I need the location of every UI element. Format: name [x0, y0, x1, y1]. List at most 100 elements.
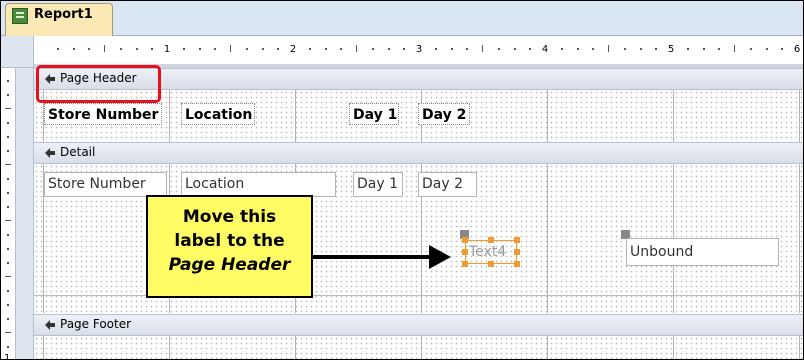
instruction-callout: Move this label to the Page Header [146, 195, 313, 298]
ruler-tick [608, 45, 609, 52]
unbound-textbox[interactable]: Unbound [626, 238, 779, 266]
vertical-ruler-mark [7, 206, 9, 208]
ruler-dot [639, 48, 642, 50]
arrow-right-icon [313, 255, 435, 259]
detail-label: Detail [60, 145, 96, 159]
resize-handle[interactable] [462, 261, 468, 267]
ruler-dot [655, 48, 658, 50]
vertical-ruler-mark [7, 262, 9, 264]
ruler-dot [529, 48, 532, 50]
ruler-dot [151, 48, 154, 50]
ruler-dot [497, 48, 500, 50]
ruler-dot [765, 48, 768, 50]
vertical-ruler-mark [7, 318, 9, 320]
ruler-tick [482, 45, 483, 52]
vertical-ruler-mark [7, 136, 9, 138]
resize-handle[interactable] [514, 261, 520, 267]
ruler-dot [749, 48, 752, 50]
section-selector-strip[interactable] [16, 68, 34, 359]
ruler-number: 6 [793, 44, 801, 55]
horizontal-ruler[interactable]: 1 2 3 4 5 6 [34, 36, 803, 65]
ruler-tick [734, 45, 735, 52]
page-footer-band[interactable]: Page Footer [34, 314, 803, 336]
ruler-number: 1 [163, 44, 171, 55]
selected-label-text4[interactable]: Text4 [462, 237, 520, 267]
detail-band[interactable]: Detail [34, 142, 803, 164]
vertical-ruler-mark [5, 108, 11, 109]
ruler-dot [277, 48, 280, 50]
arrow-head-icon [429, 245, 451, 269]
page-header-highlight [36, 65, 161, 103]
ruler-tick [356, 45, 357, 52]
ruler-dot [324, 48, 327, 50]
ruler-dot [214, 48, 217, 50]
ruler-dot [371, 48, 374, 50]
ruler-dot [434, 48, 437, 50]
vertical-ruler-mark [7, 94, 9, 96]
vertical-ruler-mark [5, 332, 11, 333]
vertical-ruler-number: 1 [4, 353, 11, 360]
page-footer-grid [34, 336, 803, 359]
ruler-dot [466, 48, 469, 50]
ruler-dot [135, 48, 138, 50]
ruler-dot [781, 48, 784, 50]
ruler-dot [261, 48, 264, 50]
ruler-dot [198, 48, 201, 50]
section-collapse-icon [45, 320, 55, 330]
ruler-dot [245, 48, 248, 50]
ruler-dot [56, 48, 59, 50]
resize-handle[interactable] [462, 237, 468, 243]
vertical-ruler-mark [7, 178, 9, 180]
ruler-dot [686, 48, 689, 50]
ruler-number: 3 [415, 44, 423, 55]
ruler-tick [104, 45, 105, 52]
ruler-dot [308, 48, 311, 50]
vertical-ruler-mark [7, 304, 9, 306]
vertical-ruler-mark [7, 234, 9, 236]
ruler-dot [513, 48, 516, 50]
vertical-ruler-mark [5, 164, 11, 165]
ruler-dot [119, 48, 122, 50]
ruler-dot [387, 48, 390, 50]
ruler-tick [230, 45, 231, 52]
ruler-dot [450, 48, 453, 50]
resize-handle[interactable] [488, 237, 494, 243]
ruler-dot [592, 48, 595, 50]
resize-handle[interactable] [514, 249, 520, 255]
tab-title: Report1 [34, 7, 93, 22]
ruler-dot [623, 48, 626, 50]
header-label-day2[interactable]: Day 2 [418, 103, 470, 125]
detail-field-day2[interactable]: Day 2 [418, 172, 477, 197]
header-label-day1[interactable]: Day 1 [349, 103, 399, 125]
detail-field-store-number[interactable]: Store Number [44, 172, 167, 197]
resize-handle[interactable] [514, 237, 520, 243]
header-label-location[interactable]: Location [181, 103, 255, 125]
ruler-corner-selector[interactable] [1, 36, 34, 68]
vertical-ruler-mark [7, 122, 9, 124]
report-design-window: Report1 1 2 3 4 5 6 1 Page Header Store … [0, 0, 804, 360]
vertical-ruler-mark [7, 150, 9, 152]
vertical-ruler-mark [5, 276, 11, 277]
ruler-number: 4 [541, 44, 549, 55]
header-label-store-number[interactable]: Store Number [44, 103, 162, 125]
detail-field-location[interactable]: Location [181, 172, 336, 197]
ruler-dot [182, 48, 185, 50]
page-footer-label: Page Footer [60, 317, 132, 331]
ruler-dot [576, 48, 579, 50]
vertical-ruler-mark [7, 248, 9, 250]
detail-field-day1[interactable]: Day 1 [353, 172, 403, 197]
tab-report1[interactable]: Report1 [5, 3, 113, 37]
resize-handle[interactable] [488, 261, 494, 267]
vertical-ruler[interactable]: 1 [1, 68, 16, 359]
callout-line2: label to the [174, 231, 285, 251]
callout-line1: Move this [182, 207, 277, 227]
report-icon [12, 8, 28, 24]
vertical-ruler-mark [7, 346, 9, 348]
vertical-ruler-mark [7, 80, 9, 82]
ruler-number: 5 [667, 44, 675, 55]
ruler-dot [340, 48, 343, 50]
resize-handle[interactable] [462, 249, 468, 255]
section-collapse-icon [45, 148, 55, 158]
ruler-dot [702, 48, 705, 50]
ruler-dot [72, 48, 75, 50]
